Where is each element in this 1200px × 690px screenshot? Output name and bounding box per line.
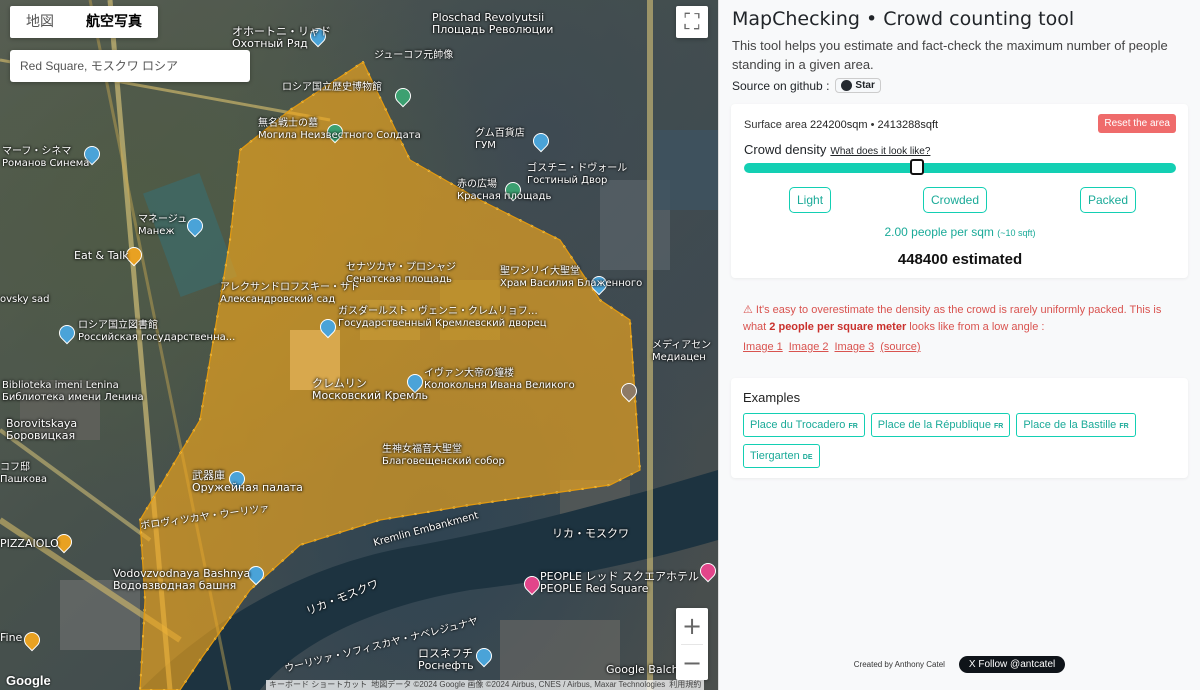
- map-label: Biblioteka imeni Lenina Библиотека имени …: [2, 380, 144, 403]
- map-label: ガスダールスト・ヴェンニ・クレムリョフ… Государственный Крем…: [338, 306, 547, 329]
- map-label: 赤の広場 Красная площадь: [457, 179, 552, 202]
- panel-header: MapChecking • Crowd counting tool This t…: [719, 0, 1200, 93]
- source-link[interactable]: (source): [880, 339, 920, 356]
- map-label: Eat & Talk: [74, 249, 129, 262]
- density-warning: ⚠ It's easy to overestimate the density …: [731, 292, 1188, 366]
- google-logo: Google: [6, 673, 51, 688]
- map-label: 無名戦士の墓 Могила Неизвестного Солдата: [258, 118, 421, 141]
- density-label: Crowd density: [744, 142, 827, 157]
- surface-separator: •: [867, 119, 878, 131]
- satellite-view-button[interactable]: 航空写真: [70, 6, 158, 38]
- page-description: This tool helps you estimate and fact-ch…: [732, 38, 1168, 72]
- source-label: Source on github :: [732, 78, 830, 93]
- surface-sqm: 224200sqm: [810, 119, 868, 131]
- map-data-credit: 地図データ ©2024 Google 画像 ©2024 Airbus, CNES…: [371, 680, 666, 689]
- map-label: マネージュ Манеж: [138, 214, 188, 237]
- rate-value: 2.00 people per sqm: [884, 225, 994, 239]
- map-label: オホートニ・リャド Охотный Ряд: [232, 25, 331, 50]
- examples-title: Examples: [743, 390, 801, 405]
- map-type-control: 地図 航空写真: [10, 6, 158, 38]
- map-label: ロシア国立図書館 Российская государственна...: [78, 320, 236, 343]
- map-label: セナツカヤ・プロシャジ Сенатская площадь: [346, 262, 456, 285]
- density-header: Crowd density What does it look like?: [744, 142, 1176, 157]
- author-credit: Created by Anthony Catel: [853, 660, 945, 669]
- map-label: アレクサンドロフスキー・サド Александровский сад: [220, 282, 360, 305]
- surface-sqft: 2413288sqft: [877, 119, 939, 131]
- map-label: メディアセン Медиацен: [652, 340, 712, 363]
- density-slider[interactable]: [744, 159, 1176, 175]
- rate-sqft: (~10 sqft): [997, 228, 1036, 238]
- map-label: ロシア国立歴史博物館: [282, 82, 382, 93]
- preset-light-button[interactable]: Light: [789, 187, 832, 213]
- image-3-link[interactable]: Image 3: [835, 339, 875, 356]
- preset-crowded-button[interactable]: Crowded: [923, 187, 988, 213]
- crowd-estimate: 448400 estimated: [897, 251, 1023, 268]
- footer: Created by Anthony Catel X Follow @antca…: [719, 656, 1200, 673]
- example-tiergarten-button[interactable]: Tiergarten DE: [743, 444, 820, 468]
- map-label: グム百貨店 ГУМ: [475, 128, 525, 151]
- surface-label: Surface area: [744, 119, 807, 131]
- map-label: Ploschad Revolyutsii Площадь Революции: [432, 11, 554, 36]
- zoom-out-button[interactable]: −: [676, 645, 708, 681]
- examples-card: Examples Place du Trocadero FR Place de …: [731, 378, 1188, 478]
- side-panel: MapChecking • Crowd counting tool This t…: [718, 0, 1200, 690]
- river-label: リカ・モスクワ: [552, 527, 629, 540]
- map-label: マーフ・シネマ Романов Синема: [2, 146, 90, 169]
- map-label: 武器庫 Оружейная палата: [192, 469, 303, 494]
- map-label: 生神女福音大聖堂 Благовещенский собор: [382, 444, 505, 467]
- reset-area-button[interactable]: Reset the area: [1098, 114, 1176, 133]
- warning-text-after: looks like from a low angle :: [906, 321, 1045, 333]
- density-rate: 2.00 people per sqm (~10 sqft): [744, 225, 1176, 239]
- example-republique-button[interactable]: Place de la République FR: [870, 413, 1011, 437]
- density-example-link[interactable]: What does it look like?: [830, 146, 930, 157]
- map-label: クレムリン Московский Кремль: [312, 377, 428, 402]
- map-label: PEOPLE レッド スクエアホテル PEOPLE Red Square: [540, 570, 699, 595]
- keyboard-shortcuts-link[interactable]: キーボード ショートカット: [269, 680, 367, 690]
- map-label: コフ邸 Пашкова: [0, 462, 47, 485]
- github-icon: [841, 80, 853, 91]
- map-label: ovsky sad: [0, 294, 50, 305]
- x-follow-button[interactable]: X Follow @antcatel: [958, 656, 1066, 673]
- terms-link[interactable]: 利用規約: [669, 680, 701, 690]
- map-label: PIZZAIOLO: [0, 537, 59, 550]
- density-presets: Light Crowded Packed: [744, 187, 1176, 217]
- map-attribution: キーボード ショートカット 地図データ ©2024 Google 画像 ©202…: [266, 680, 705, 690]
- map-label: ロスネフチ Роснефть: [418, 647, 474, 672]
- image-2-link[interactable]: Image 2: [789, 339, 829, 356]
- image-1-link[interactable]: Image 1: [743, 339, 783, 356]
- source-row: Source on github : Star: [732, 78, 1188, 93]
- page-title: MapChecking • Crowd counting tool: [732, 8, 1075, 30]
- map-label: ジューコフ元帥像: [374, 50, 454, 61]
- map-label: Fine: [0, 631, 23, 644]
- map-label: Vodovzvodnaya Bashnya Водовзводная башня: [113, 567, 251, 592]
- slider-thumb[interactable]: [909, 159, 924, 175]
- examples-list: Place du Trocadero FR Place de la Républ…: [743, 413, 1176, 468]
- example-bastille-button[interactable]: Place de la Bastille FR: [1016, 413, 1136, 437]
- map-label: イヴァン大帝の鐘楼 Колокольня Ивана Великого: [424, 368, 575, 391]
- example-trocadero-button[interactable]: Place du Trocadero FR: [743, 413, 865, 437]
- warning-bold: 2 people per square meter: [769, 321, 907, 333]
- map-label: 聖ワシリイ大聖堂 Храм Василия Блаженного: [500, 266, 643, 289]
- image-links: Image 1 Image 2 Image 3 (source): [743, 339, 1176, 356]
- fullscreen-icon[interactable]: ⛶: [676, 6, 708, 38]
- github-star-button[interactable]: Star: [835, 78, 881, 93]
- map-label: Borovitskaya Боровицкая: [6, 417, 78, 442]
- map-view-button[interactable]: 地図: [10, 6, 70, 38]
- zoom-control: + −: [676, 608, 708, 680]
- star-label: Star: [855, 80, 875, 91]
- map-search-input[interactable]: Red Square, モスクワ ロシア: [10, 50, 250, 82]
- preset-packed-button[interactable]: Packed: [1080, 187, 1137, 213]
- zoom-in-button[interactable]: +: [676, 608, 708, 644]
- satellite-map[interactable]: オホートニ・リャド Охотный Ряд Ploschad Revolyutsi…: [0, 0, 718, 690]
- density-card: Surface area 224200sqm • 2413288sqft Res…: [731, 104, 1188, 278]
